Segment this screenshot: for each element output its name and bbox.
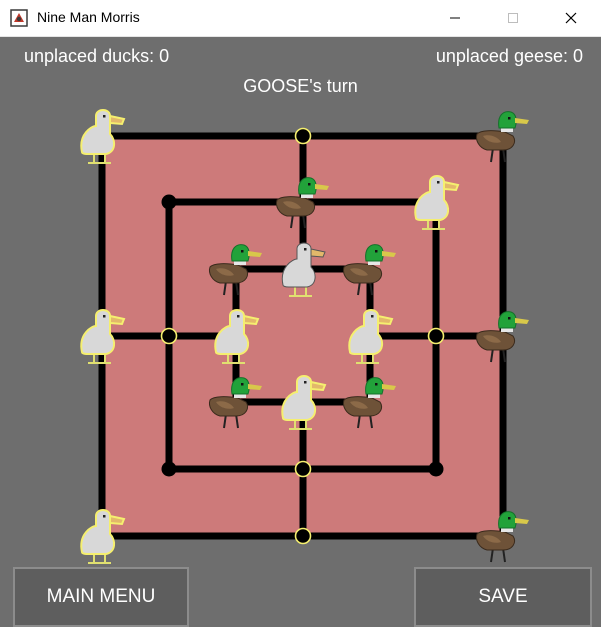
- empty-point-middle-bottom-mid[interactable]: [294, 460, 312, 478]
- game-board: [80, 109, 529, 564]
- empty-point-middle-mid-right[interactable]: [427, 327, 445, 345]
- empty-point-middle-top-left[interactable]: [161, 194, 177, 210]
- save-button[interactable]: SAVE: [414, 567, 592, 627]
- empty-point-middle-bottom-left[interactable]: [161, 461, 177, 477]
- main-menu-button[interactable]: MAIN MENU: [13, 567, 189, 627]
- empty-point-middle-bottom-right[interactable]: [428, 461, 444, 477]
- empty-point-middle-mid-left[interactable]: [160, 327, 178, 345]
- empty-point-outer-bottom-mid[interactable]: [294, 527, 312, 545]
- empty-point-outer-top-mid[interactable]: [294, 127, 312, 145]
